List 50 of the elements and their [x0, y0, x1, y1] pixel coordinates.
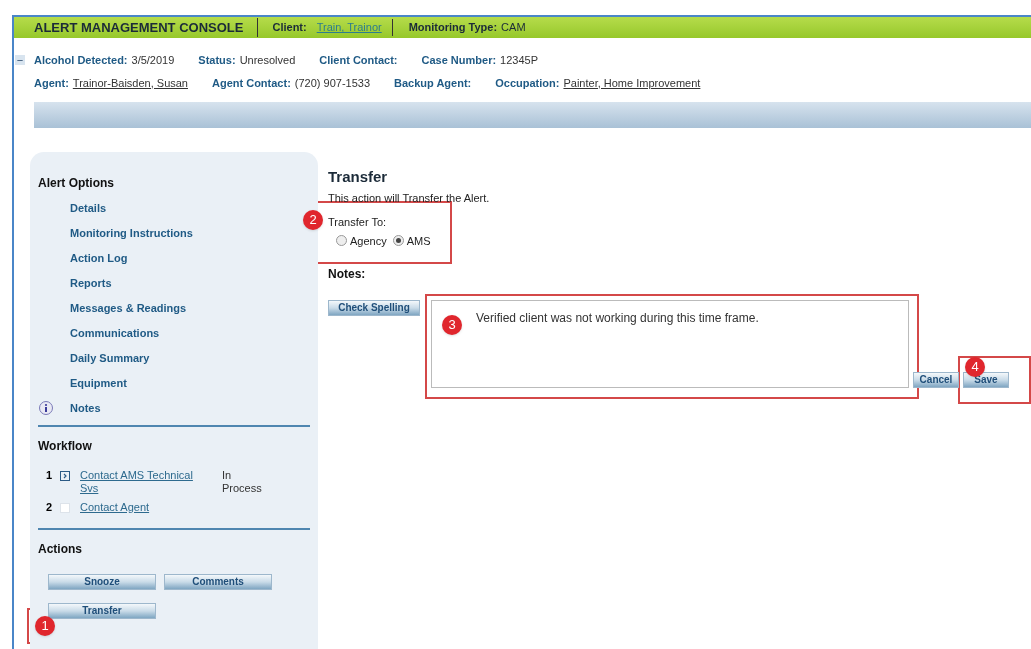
info-label: Backup Agent:: [394, 75, 472, 91]
sidebar-item[interactable]: Monitoring Instructions: [70, 225, 193, 242]
transfer-to-label: Transfer To:: [328, 215, 388, 230]
info-label: Case Number:: [421, 53, 497, 68]
notes-label: Notes:: [328, 266, 367, 283]
sidebar-item[interactable]: Communications: [70, 325, 160, 342]
info-label: Agent:: [34, 75, 69, 91]
step-number: 2: [46, 501, 54, 514]
transfer-heading: Transfer: [328, 167, 389, 187]
info-label: Alcohol Detected:: [34, 53, 128, 68]
action-button[interactable]: Snooze: [48, 574, 156, 590]
radio-option[interactable]: Agency: [336, 232, 387, 249]
info-icon: [38, 400, 54, 417]
console-title: ALERT MANAGEMENT CONSOLE: [34, 17, 259, 38]
actions-heading: Actions: [38, 541, 83, 558]
info-label: Status:: [198, 53, 236, 68]
client-label: Client:: [272, 20, 307, 36]
sidebar-item[interactable]: Messages & Readings: [70, 300, 187, 317]
monitoring-value: CAM: [501, 20, 526, 36]
info-label: Agent Contact:: [212, 75, 291, 91]
monitoring-label: Monitoring Type:: [408, 20, 498, 36]
workflow-link[interactable]: Contact AMS Technical Svs: [80, 469, 212, 495]
info-label: Occupation:: [495, 75, 560, 91]
step-status: In Process: [222, 469, 263, 495]
radio-option[interactable]: AMS: [392, 232, 431, 249]
transfer-description: This action will Transfer the Alert.: [328, 190, 491, 206]
action-button[interactable]: Transfer: [48, 603, 156, 619]
info-value: 3/5/2019: [131, 53, 175, 68]
info-value: 12345P: [500, 53, 538, 68]
sidebar-item[interactable]: Reports: [70, 275, 112, 292]
sidebar-item[interactable]: Notes: [70, 400, 101, 417]
check-spelling-button[interactable]: Check Spelling: [328, 300, 420, 316]
info-value: (720) 907-1533: [294, 75, 371, 91]
workflow-link[interactable]: Contact Agent: [80, 501, 212, 514]
alert-options-heading: Alert Options: [38, 175, 115, 192]
info-link[interactable]: Painter, Home Improvement: [563, 74, 701, 91]
sidebar-item[interactable]: Equipment: [70, 375, 127, 392]
collapse-button[interactable]: −: [15, 55, 25, 65]
info-link[interactable]: Trainor-Baisden, Susan: [72, 74, 188, 91]
action-button[interactable]: Comments: [164, 574, 272, 590]
callout-marker: 2: [303, 210, 323, 230]
sidebar-item[interactable]: Action Log: [70, 250, 128, 267]
cancel-button[interactable]: Cancel: [913, 372, 959, 388]
info-label: Client Contact:: [319, 53, 398, 68]
workflow-heading: Workflow: [38, 438, 93, 455]
info-value: Unresolved: [239, 53, 296, 68]
sidebar-item[interactable]: Daily Summary: [70, 350, 150, 367]
save-button[interactable]: Save: [963, 372, 1009, 388]
step-number: 1: [46, 469, 54, 482]
sidebar-item[interactable]: Details: [70, 200, 107, 217]
